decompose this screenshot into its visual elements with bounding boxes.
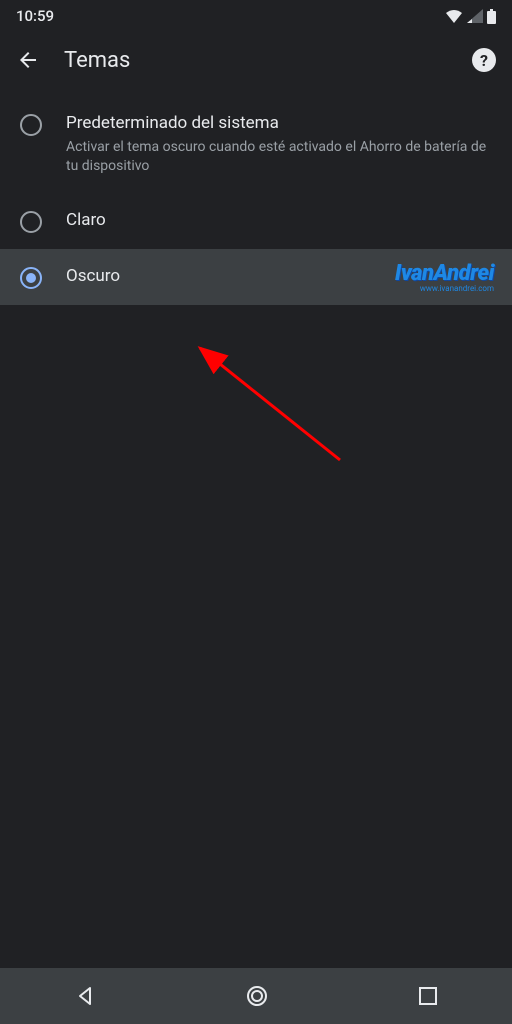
option-subtitle: Activar el tema oscuro cuando esté activ… (66, 138, 492, 177)
nav-recent-icon[interactable] (419, 987, 437, 1005)
radio-icon (20, 211, 42, 233)
signal-icon (467, 9, 483, 23)
option-system-default[interactable]: Predeterminado del sistema Activar el te… (0, 96, 512, 193)
app-bar: Temas ? (0, 32, 512, 88)
navigation-bar (0, 968, 512, 1024)
battery-icon (487, 9, 496, 24)
radio-icon (20, 267, 42, 289)
help-icon[interactable]: ? (472, 48, 496, 72)
option-title: Claro (66, 209, 492, 233)
status-icons (445, 9, 496, 24)
nav-home-icon[interactable] (245, 984, 269, 1008)
theme-options-list: Predeterminado del sistema Activar el te… (0, 96, 512, 305)
nav-back-icon[interactable] (75, 986, 95, 1006)
status-bar: 10:59 (0, 0, 512, 32)
wifi-icon (445, 9, 463, 23)
back-icon[interactable] (16, 48, 40, 72)
radio-icon (20, 114, 42, 136)
option-light[interactable]: Claro (0, 193, 512, 249)
option-title: Predeterminado del sistema (66, 112, 492, 136)
page-title: Temas (64, 48, 448, 73)
option-text: Predeterminado del sistema Activar el te… (66, 112, 492, 177)
option-text: Claro (66, 209, 492, 233)
watermark-main: IvanAndrei (395, 261, 494, 286)
status-time: 10:59 (16, 7, 54, 25)
option-dark[interactable]: Oscuro IvanAndrei www.ivanandrei.com (0, 249, 512, 305)
watermark: IvanAndrei www.ivanandrei.com (395, 261, 494, 293)
